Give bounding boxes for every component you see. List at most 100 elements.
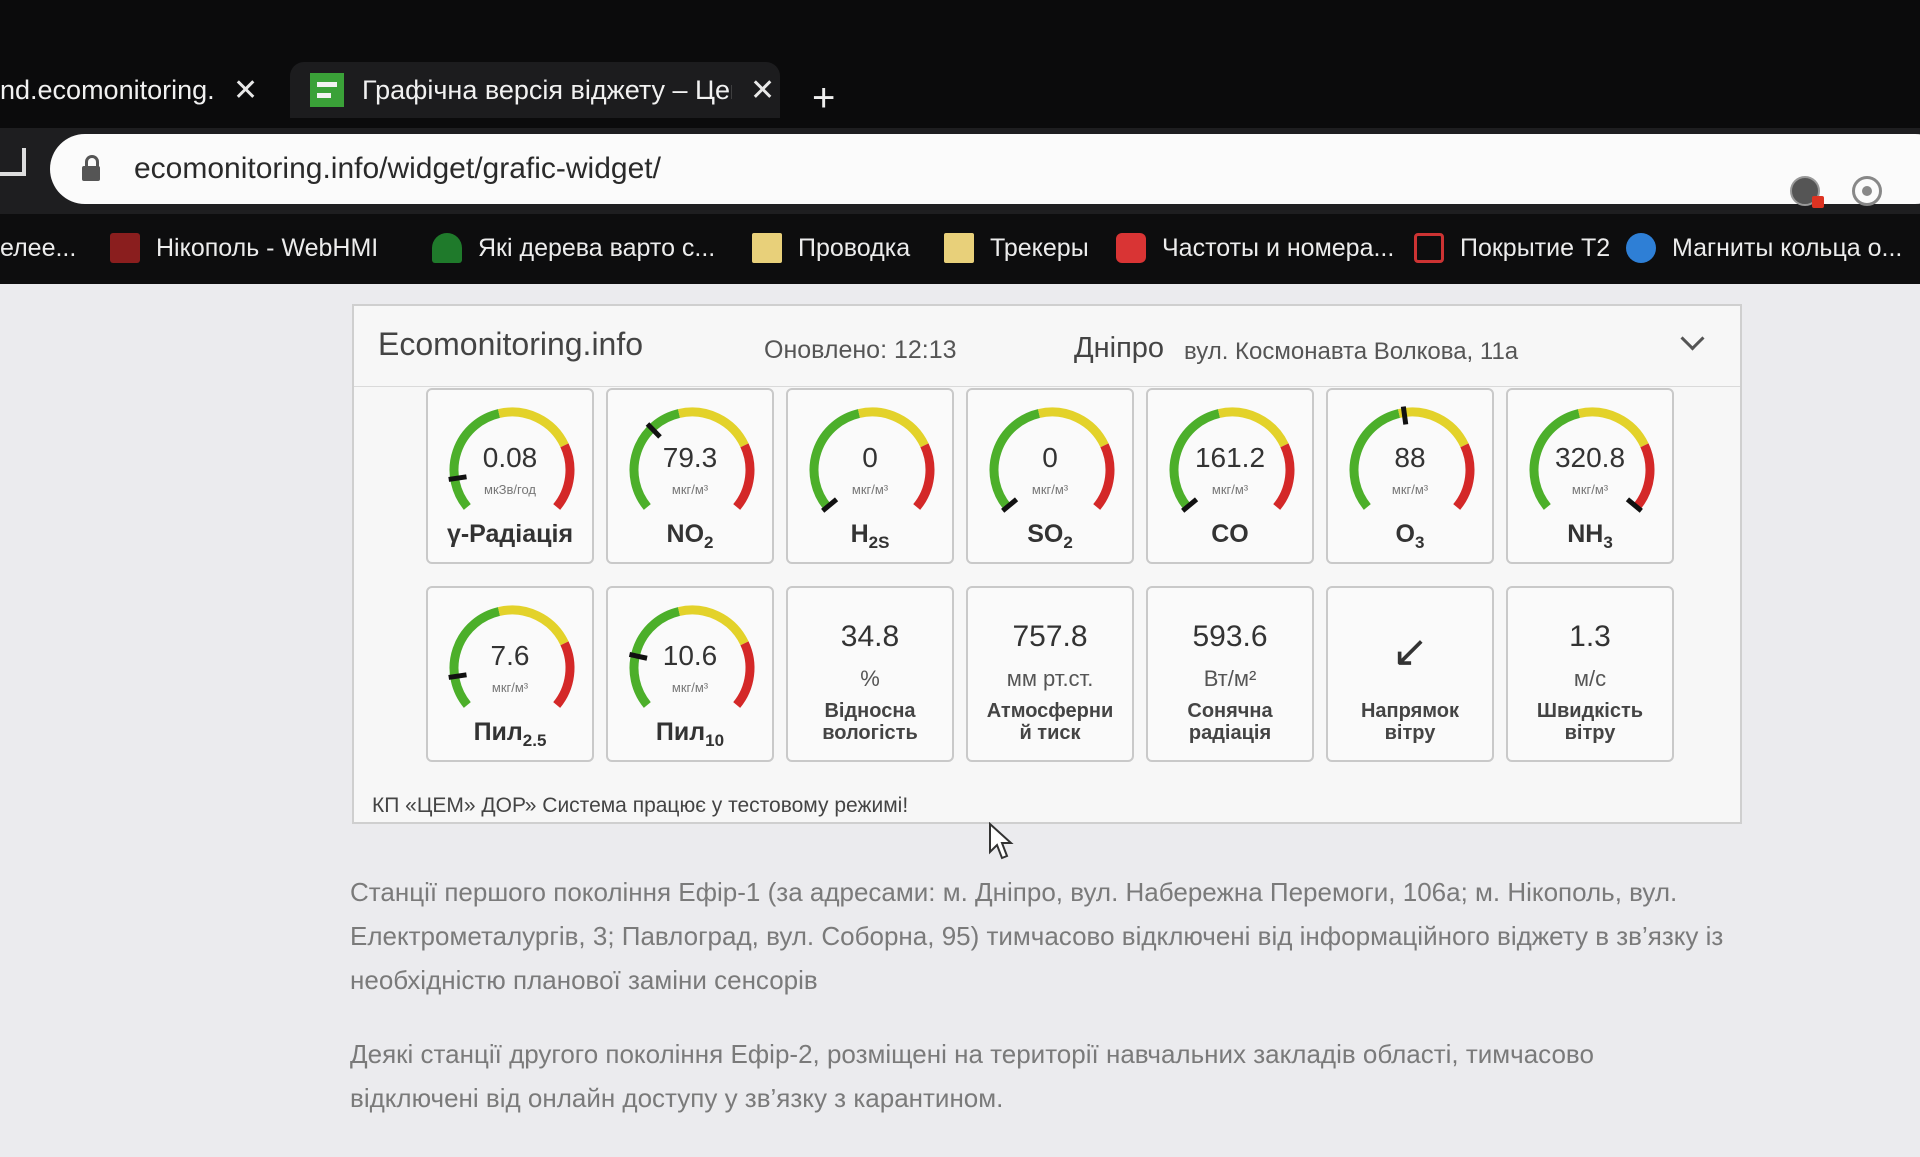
gauge-label-sub: 2S — [868, 533, 890, 552]
gauge-needle — [448, 474, 467, 482]
close-icon[interactable]: ✕ — [750, 73, 775, 108]
bookmark-item[interactable]: Магниты кольца о... — [1626, 220, 1902, 276]
value-label: Атмосферни й тиск — [968, 700, 1132, 744]
value-label: Сонячна радіація — [1148, 700, 1312, 744]
value-label: Швидкість вітру — [1508, 700, 1672, 744]
value-label-line: вітру — [1384, 722, 1436, 744]
gauge-label: NH3 — [1508, 520, 1672, 553]
gauge-band — [677, 605, 749, 646]
bookmark-item[interactable]: Проводка — [752, 220, 910, 276]
value-label-line: й тиск — [1019, 722, 1081, 744]
notice-line: Станції першого покоління Ефір-1 (за адр… — [350, 877, 1678, 907]
gauge-label-main: γ-Радіація — [446, 520, 574, 548]
gauge-label: H2S — [788, 520, 952, 553]
gauge-value: 7.6 — [490, 640, 530, 671]
gauge-label-main: SO — [1027, 520, 1064, 548]
address-bar[interactable]: ecomonitoring.info/widget/grafic-widget/ — [50, 134, 1920, 204]
tab-ecomonitoring[interactable]: nd.ecomonitoring.i ✕ — [0, 62, 258, 118]
gauge-label-sub: 2 — [704, 533, 714, 552]
gauge-label-main: O — [1395, 520, 1415, 548]
gauge-unit: мкг/м³ — [1031, 482, 1069, 497]
value-card: ↙ Напрямок вітру — [1326, 586, 1494, 762]
bookmark-item[interactable]: Які дерева варто с... — [432, 220, 715, 276]
tree-icon — [432, 233, 462, 263]
location-target-icon[interactable] — [1852, 176, 1882, 206]
close-icon[interactable]: ✕ — [233, 73, 258, 108]
bookmark-label: Проводка — [798, 233, 911, 262]
gauge-label-main: NH — [1567, 520, 1604, 548]
widget-brand[interactable]: Ecomonitoring.info — [378, 326, 643, 363]
notice-line: необхідністю планової заміни сенсорів — [350, 965, 818, 995]
value-label: Відносна вологість — [788, 700, 952, 744]
gauge-band — [497, 605, 569, 646]
gauge-band — [1217, 407, 1289, 448]
gauge-label-main: Пил — [655, 718, 706, 746]
notice-line: Електрометалургів, 3; Павлоград, вул. Со… — [350, 921, 1724, 951]
gauge-band — [497, 407, 569, 448]
bookmark-item[interactable]: Трекеры — [944, 220, 1089, 276]
extension-blocked-icon[interactable] — [1790, 176, 1824, 208]
hmi-icon — [110, 233, 140, 263]
bookmark-item[interactable]: Покрытие Т2 — [1414, 220, 1610, 276]
station-address[interactable]: вул. Космонавта Волкова, 11а — [1184, 338, 1518, 366]
tab-title: nd.ecomonitoring.i — [0, 74, 215, 105]
gauge-value: 161.2 — [1194, 442, 1266, 473]
gauge-card: 0.08 мкЗв/год γ-Радіація — [426, 388, 594, 564]
gauge-card: 0 мкг/м³ H2S — [786, 388, 954, 564]
gauge-unit: мкг/м³ — [851, 482, 889, 497]
mouse-cursor-icon — [989, 822, 1014, 860]
folder-icon — [944, 233, 974, 263]
value-unit: Вт/м² — [1203, 666, 1257, 691]
gauge-label-sub: 2 — [1063, 533, 1073, 552]
tab-widget[interactable]: Графічна версія віджету – Цент ✕ — [290, 62, 780, 118]
gauge-band — [857, 407, 929, 448]
widget-footer: КП «ЦЕМ» ДОР» Система працює у тестовому… — [372, 794, 909, 817]
value-label: Напрямок вітру — [1328, 700, 1492, 744]
city-name: Дніпро — [1074, 332, 1165, 364]
blue-globe-icon — [1626, 233, 1656, 263]
gauge-unit: мкг/м³ — [1571, 482, 1609, 497]
gauge-label: CO — [1148, 520, 1312, 553]
bookmark-label: Нікополь - WebHMI — [156, 233, 379, 262]
gauge-label: O3 — [1328, 520, 1492, 553]
bookmark-item[interactable]: Частоты и номера... — [1116, 220, 1394, 276]
value-label-line: Сонячна — [1187, 700, 1273, 722]
url-text[interactable]: ecomonitoring.info/widget/grafic-widget/ — [134, 152, 661, 186]
bookmark-label: Трекеры — [990, 233, 1089, 262]
new-tab-button[interactable]: + — [812, 76, 835, 121]
value-unit: мм рт.ст. — [1006, 666, 1094, 691]
value-unit: м/с — [1573, 666, 1607, 691]
value-card: 34.8% Відносна вологість — [786, 586, 954, 762]
gauge-value: 10.6 — [662, 640, 718, 671]
gauge-label: Пил2.5 — [428, 718, 592, 751]
red-app-icon — [1116, 233, 1146, 263]
gauge-unit: мкг/м³ — [1211, 482, 1249, 497]
gauge-band — [1577, 407, 1649, 448]
gauge-needle — [448, 672, 467, 680]
gauge-label: Пил10 — [608, 718, 772, 751]
value-number: 757.8 — [1012, 620, 1088, 653]
value-label-line: вологість — [822, 722, 918, 744]
notice-paragraph: Станції першого покоління Ефір-1 (за адр… — [350, 870, 1730, 1002]
gauge-band — [1037, 407, 1109, 448]
lock-icon[interactable] — [82, 154, 100, 181]
gauge-label-main: H — [850, 520, 869, 548]
bookmark-item[interactable]: елее... — [0, 220, 76, 276]
gauge-label: NO2 — [608, 520, 772, 553]
value-label-line: Атмосферни — [986, 700, 1114, 722]
gauge-value: 320.8 — [1554, 442, 1626, 473]
value-card: 757.8 мм рт.ст. Атмосферни й тиск — [966, 586, 1134, 762]
wind-direction-arrow-icon: ↙ — [1391, 627, 1429, 676]
gauge-card: 7.6 мкг/м³ Пил2.5 — [426, 586, 594, 762]
gauge-card: 161.2 мкг/м³ CO — [1146, 388, 1314, 564]
value-number: 593.6 — [1192, 620, 1268, 653]
bookmark-label: Частоты и номера... — [1162, 233, 1395, 262]
gauge-card: 10.6 мкг/м³ Пил10 — [606, 586, 774, 762]
home-icon[interactable] — [0, 148, 26, 176]
value-label-line: вітру — [1564, 722, 1616, 744]
value-unit: % — [860, 666, 880, 691]
bookmark-item[interactable]: Нікополь - WebHMI — [110, 220, 378, 276]
gauge-label-sub: 10 — [705, 731, 725, 750]
bookmark-label: елее... — [0, 233, 77, 262]
chevron-down-icon[interactable] — [1680, 326, 1705, 351]
